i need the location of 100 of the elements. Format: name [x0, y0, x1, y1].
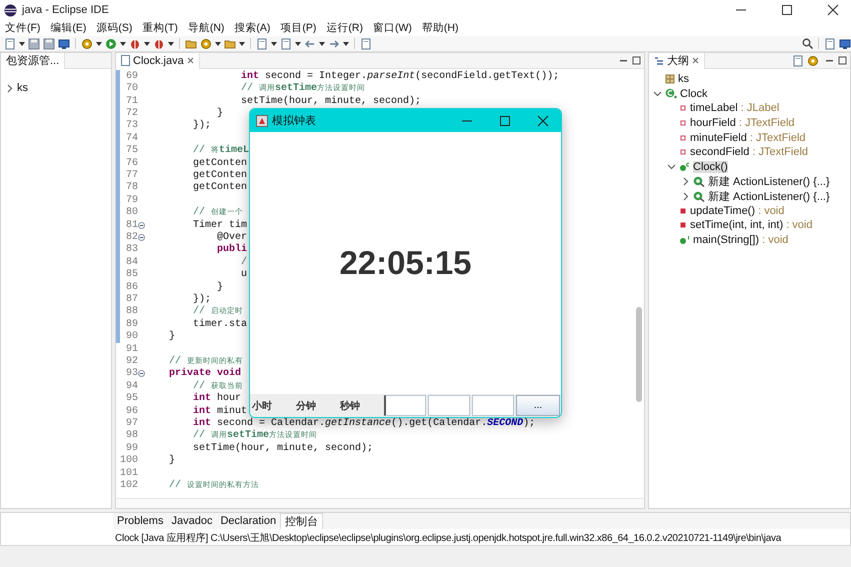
menu-item[interactable]: 导航(N) [188, 21, 224, 35]
line-number: 74 [124, 132, 138, 144]
outline-item[interactable]: secondField : JTextField [690, 146, 808, 158]
outline-item[interactable]: 新建 ActionListener() {...} [708, 174, 830, 189]
line-number: 93 [124, 368, 138, 380]
outline-item[interactable]: main(String[]) : void [693, 234, 788, 246]
code-line: int second = Integer.parseInt(secondField.getText()); [240, 70, 560, 82]
fold-icon[interactable] [138, 370, 145, 378]
code-line: int second = Calendar.getInstance().get(Calendar.SECOND); [192, 418, 536, 430]
line-number: 85 [124, 269, 138, 280]
code-line: @Over [216, 232, 248, 243]
menu-item[interactable]: 源码(S) [96, 21, 132, 35]
package-explorer-tab[interactable]: 包资源管... [1, 53, 66, 68]
line-number: 71 [124, 96, 138, 107]
page-icon[interactable] [280, 38, 292, 50]
line-number: 77 [124, 170, 138, 181]
maximize-button[interactable] [781, 4, 793, 16]
code-line: / [240, 256, 248, 268]
outline-item[interactable]: Clock [680, 88, 708, 100]
code-line: setTime(hour, minute, second); [192, 442, 374, 454]
maximize-button[interactable] [499, 114, 511, 126]
arrow-left-icon[interactable] [304, 38, 316, 50]
code-line: } [168, 455, 176, 466]
collapsed-chevron-icon[interactable] [5, 84, 14, 93]
more-button[interactable]: ... [516, 395, 560, 416]
outline-item[interactable]: Clock() [693, 160, 728, 173]
fold-icon[interactable] [138, 222, 145, 229]
collapsed-chevron-icon[interactable] [681, 192, 690, 201]
console-line: Clock [Java 应用程序] C:\Users\王旭\Desktop\eclipse\eclipse\plugins\org.eclipse.justj.openjdk.hotspot.jre.full.win32.x86_64_16.0.2.v20210721-1149\jre\bin\java [114, 532, 782, 545]
close-button[interactable] [827, 4, 839, 16]
page-icon[interactable] [824, 38, 836, 50]
page-icon[interactable] [256, 38, 268, 50]
close-icon[interactable] [692, 57, 699, 64]
code-line: getConten [192, 182, 248, 194]
expanded-chevron-icon[interactable] [653, 89, 662, 98]
line-number: 69 [124, 70, 138, 82]
view-tab[interactable]: 控制台 [280, 513, 324, 529]
line-number: 100 [120, 455, 138, 466]
outline-item[interactable]: 新建 ActionListener() {...} [708, 188, 830, 204]
fold-icon[interactable] [138, 234, 145, 241]
arrow-right-icon[interactable] [328, 38, 340, 50]
project-item[interactable]: ks [17, 82, 28, 94]
monitor-icon[interactable] [839, 38, 851, 50]
line-number: 97 [124, 418, 138, 430]
code-line: u [240, 269, 248, 280]
line-number: 98 [124, 430, 138, 442]
horizontal-scrollbar[interactable] [116, 498, 644, 508]
constructor-icon [679, 162, 690, 172]
outline-item[interactable]: timeLabel : JLabel [690, 102, 780, 114]
play-icon[interactable] [105, 38, 117, 50]
view-tab[interactable]: Javadoc [167, 513, 216, 529]
code-line: private void [168, 368, 242, 380]
line-number: 73 [124, 120, 138, 132]
line-number: 70 [124, 83, 138, 94]
outline-item[interactable]: hourField : JTextField [690, 117, 795, 130]
input-field[interactable] [428, 395, 470, 416]
outline-tab[interactable]: 大纲 [649, 53, 705, 68]
package-icon [665, 74, 675, 84]
code-line: }); [192, 120, 212, 132]
input-field[interactable] [472, 395, 514, 416]
menu-item[interactable]: 编辑(E) [50, 21, 86, 35]
line-number: 78 [124, 182, 138, 194]
java-app-icon [256, 114, 268, 126]
menu-item[interactable]: 文件(F) [5, 21, 40, 35]
outline-item[interactable]: ks [678, 73, 689, 86]
line-number: 95 [124, 393, 138, 404]
line-number: 79 [124, 194, 138, 206]
line-number: 83 [124, 244, 138, 256]
menu-item[interactable]: 帮助(H) [422, 21, 458, 35]
view-tab[interactable]: Problems [113, 513, 168, 529]
close-icon[interactable] [186, 57, 194, 64]
view-tab[interactable]: Declaration [216, 513, 280, 529]
monitor-icon[interactable] [58, 38, 70, 50]
menu-item[interactable]: 搜索(A) [234, 21, 270, 35]
input-field[interactable] [384, 395, 426, 416]
expanded-chevron-icon[interactable] [667, 162, 676, 172]
code-line: setTime(hour, minute, second); [240, 96, 422, 107]
close-button[interactable] [537, 114, 549, 126]
maximize-icon[interactable] [838, 56, 847, 65]
search-icon[interactable] [802, 38, 813, 49]
menu-item[interactable]: 项目(P) [280, 21, 316, 35]
outline-item[interactable]: minuteField : JTextField [690, 132, 806, 144]
menu-item[interactable]: 重构(T) [142, 21, 178, 35]
page-icon[interactable] [792, 54, 804, 66]
page-icon[interactable] [4, 38, 16, 50]
maximize-icon[interactable] [632, 56, 641, 65]
collapsed-chevron-icon[interactable] [681, 176, 690, 186]
field-label: 小时 [250, 400, 273, 412]
scrollbar-thumb[interactable] [636, 307, 642, 402]
outline-item[interactable]: setTime(int, int, int) : void [690, 219, 812, 232]
menu-item[interactable]: 运行(R) [326, 21, 363, 35]
java-file-icon [121, 55, 130, 66]
editor-tab[interactable]: Clock.java [116, 53, 200, 68]
menu-item[interactable]: 窗口(W) [373, 21, 412, 35]
line-number: 75 [124, 145, 138, 156]
outline-item[interactable]: updateTime() : void [690, 204, 784, 217]
code-line: }); [192, 294, 212, 306]
page-icon[interactable] [360, 38, 372, 50]
line-number: 89 [124, 318, 138, 330]
line-number: 82 [124, 232, 138, 243]
